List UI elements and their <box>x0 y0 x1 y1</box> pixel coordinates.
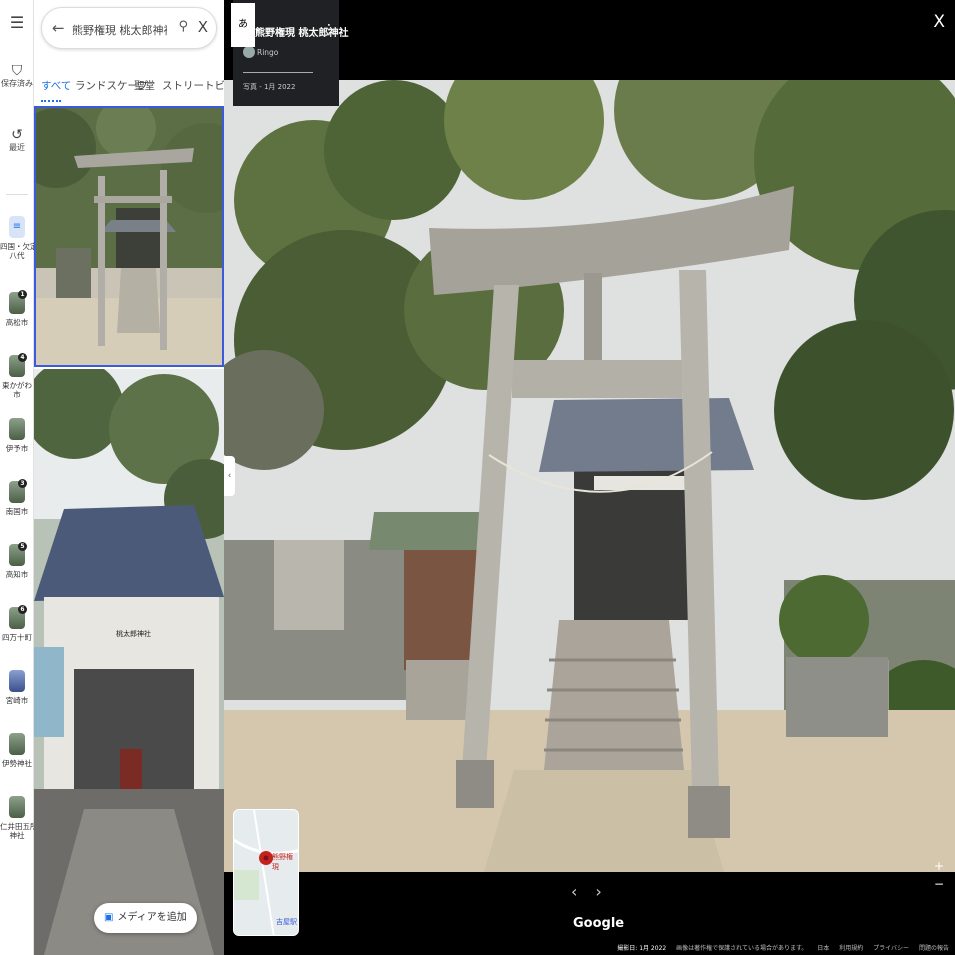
place-thumb <box>9 670 25 692</box>
place-badge: 6 <box>18 605 27 614</box>
recent-button[interactable]: ↺ 最近 <box>0 127 34 153</box>
place-label: 伊勢神社 <box>2 759 32 768</box>
photo-author[interactable]: Ringo <box>257 48 278 57</box>
place-thumb: 5 <box>9 542 27 566</box>
place-thumb <box>9 418 25 440</box>
more-options-icon[interactable]: ⋮ <box>322 22 336 38</box>
footer-link-privacy[interactable]: プライバシー <box>873 945 909 952</box>
footer-link-japan[interactable]: 日本 <box>817 945 829 952</box>
left-rail: ☰ ⛉ 保存済み ↺ 最近 四国・欠定 八代 1 高松市 4 東かがわ市 伊予市… <box>0 0 38 955</box>
footer-link-terms[interactable]: 利用規約 <box>839 945 863 952</box>
tab-all[interactable]: すべて <box>41 78 71 93</box>
photo-nav: ‹› <box>571 882 620 901</box>
place-thumb <box>9 216 25 238</box>
photo-panel: ← 熊野権現 桃太郎神社 ⚲ X すべて ランドスケープ 聖堂 ストリートビュー… <box>34 0 224 955</box>
photo-viewer: 熊野権現 桃太郎神社 Ringo 写真 - 1月 2022 あ ⋮ X ‹ 熊野… <box>224 0 955 955</box>
rail-place-6[interactable]: 6 四万十町 <box>0 605 34 642</box>
place-label: 高松市 <box>5 318 29 327</box>
clear-icon[interactable]: X <box>198 18 208 36</box>
place-thumb <box>9 733 25 755</box>
rail-place-3[interactable]: 伊予市 <box>0 418 34 453</box>
saved-label: 保存済み <box>1 79 33 88</box>
place-label: 東かがわ市 <box>2 381 32 399</box>
place-label: 宮崎市 <box>5 696 29 705</box>
rail-place-0[interactable]: 四国・欠定 八代 <box>0 216 38 260</box>
bookmark-icon: ⛉ <box>11 63 23 79</box>
place-thumb: 1 <box>9 290 27 314</box>
add-photo-icon: ▣ <box>104 912 114 923</box>
photo-date: 写真 - 1月 2022 <box>243 83 296 91</box>
place-thumb: 3 <box>9 479 27 503</box>
add-media-label: メディアを追加 <box>117 912 187 923</box>
place-label: 高知市 <box>5 570 29 579</box>
copyright-text: 画像は著作権で保護されている場合があります。 <box>676 945 808 952</box>
place-badge: 1 <box>18 290 27 299</box>
place-label: 四万十町 <box>2 633 32 642</box>
rail-place-9[interactable]: 仁井田五所 神社 <box>0 796 38 840</box>
next-arrow-icon[interactable]: › <box>595 882 619 901</box>
photo-tabs: すべて ランドスケープ 聖堂 ストリートビューと <box>34 72 224 104</box>
photo-thumbnail-selected[interactable] <box>34 106 224 367</box>
back-arrow-icon[interactable]: ← <box>52 19 65 37</box>
search-icon[interactable]: ⚲ <box>178 19 188 34</box>
footer-bar: 撮影日: 1月 2022 画像は著作権で保護されている場合があります。 日本 利… <box>617 943 949 952</box>
tab-shrine[interactable]: 聖堂 <box>134 78 155 93</box>
rail-place-7[interactable]: 宮崎市 <box>0 670 34 705</box>
maps-photo-viewer: ☰ ⛉ 保存済み ↺ 最近 四国・欠定 八代 1 高松市 4 東かがわ市 伊予市… <box>0 0 955 955</box>
language-badge[interactable]: あ <box>231 3 255 47</box>
add-media-button[interactable]: ▣ メディアを追加 <box>94 903 197 933</box>
main-photo[interactable] <box>224 80 955 872</box>
search-box[interactable]: ← 熊野権現 桃太郎神社 ⚲ X <box>41 7 217 49</box>
place-thumb <box>9 796 25 818</box>
zoom-controls: + − <box>932 857 946 893</box>
rail-place-5[interactable]: 5 高知市 <box>0 542 34 579</box>
hamburger-icon[interactable]: ☰ <box>0 15 34 31</box>
rail-place-4[interactable]: 3 南国市 <box>0 479 34 516</box>
info-divider <box>243 72 313 73</box>
capture-date: 撮影日: 1月 2022 <box>617 945 667 952</box>
place-badge: 4 <box>18 353 27 362</box>
history-icon: ↺ <box>11 127 23 143</box>
avatar[interactable] <box>243 46 255 58</box>
minimap-label: 熊野権現 <box>272 853 293 871</box>
footer-link-report[interactable]: 問題の報告 <box>919 945 949 952</box>
photo-thumbnail[interactable]: 桃太郎神社 <box>34 369 224 955</box>
rail-place-8[interactable]: 伊勢神社 <box>0 733 34 768</box>
shrine-sign: 桃太郎神社 <box>116 630 151 638</box>
rail-place-1[interactable]: 1 高松市 <box>0 290 34 327</box>
tab-indicator <box>41 100 61 102</box>
zoom-out-button[interactable]: − <box>932 875 946 893</box>
rail-place-2[interactable]: 4 東かがわ市 <box>0 353 34 399</box>
prev-arrow-icon[interactable]: ‹ <box>571 882 595 901</box>
place-badge: 5 <box>18 542 27 551</box>
recent-label: 最近 <box>9 143 25 152</box>
minimap[interactable]: 熊野権現 吉屋駅 <box>233 809 299 936</box>
place-thumb: 6 <box>9 605 27 629</box>
shrine-photo <box>34 369 224 955</box>
zoom-in-button[interactable]: + <box>932 857 946 875</box>
place-label: 伊予市 <box>5 444 29 453</box>
saved-button[interactable]: ⛉ 保存済み <box>0 63 34 89</box>
rail-divider <box>6 194 28 195</box>
search-input[interactable]: 熊野権現 桃太郎神社 <box>72 22 167 38</box>
place-label: 仁井田五所 神社 <box>0 822 38 840</box>
place-label: 南国市 <box>5 507 29 516</box>
place-badge: 3 <box>18 479 27 488</box>
place-thumb: 4 <box>9 353 27 377</box>
collapse-panel-button[interactable]: ‹ <box>224 456 235 496</box>
minimap-station: 吉屋駅 <box>276 918 297 926</box>
main-torii-photo <box>224 80 955 872</box>
tab-street-view[interactable]: ストリートビューと <box>162 78 224 93</box>
torii-photo <box>36 108 222 365</box>
place-label: 四国・欠定 八代 <box>0 242 38 260</box>
close-viewer-button[interactable]: X <box>933 12 945 32</box>
google-logo: Google <box>573 916 625 931</box>
